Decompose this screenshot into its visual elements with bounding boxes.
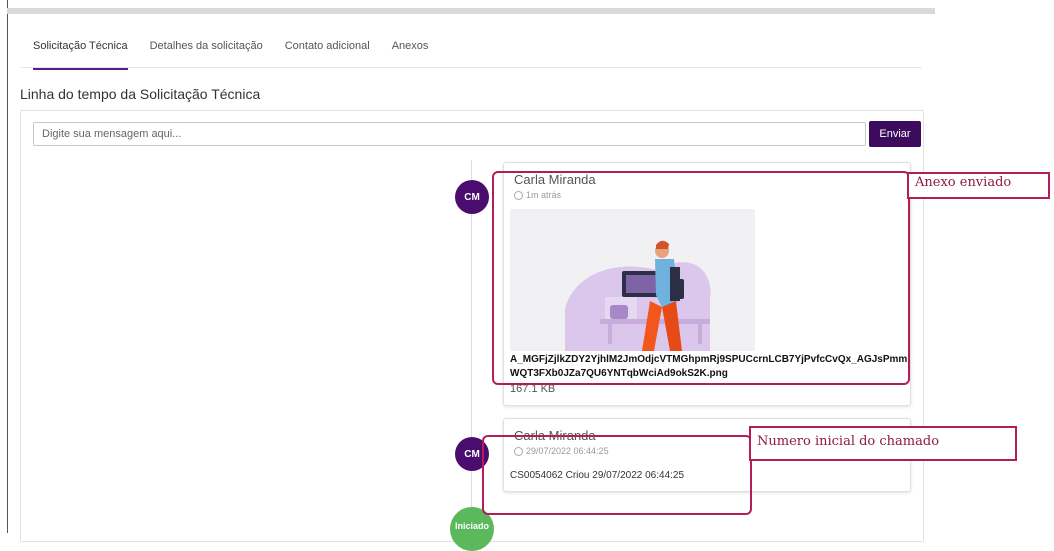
avatar: CM — [455, 180, 489, 214]
window-left-border — [7, 0, 8, 533]
annotation-attachment-box — [492, 171, 910, 385]
message-input[interactable] — [33, 122, 866, 146]
tab-contato-adicional[interactable]: Contato adicional — [285, 40, 370, 70]
tab-solicitacao-tecnica[interactable]: Solicitação Técnica — [33, 40, 128, 70]
timeline-heading: Linha do tempo da Solicitação Técnica — [20, 86, 261, 102]
status-label: Iniciado — [454, 521, 489, 531]
tab-detalhes-solicitacao[interactable]: Detalhes da solicitação — [150, 40, 263, 70]
tab-anexos[interactable]: Anexos — [392, 40, 429, 70]
annotation-attachment-label: Anexo enviado — [907, 172, 1050, 199]
top-bar — [7, 8, 935, 14]
tab-divider — [20, 67, 922, 68]
annotation-initial-number-box — [482, 435, 752, 515]
send-button[interactable]: Enviar — [869, 121, 921, 147]
tab-bar: Solicitação Técnica Detalhes da solicita… — [33, 40, 450, 70]
timeline-line — [471, 160, 472, 540]
annotation-initial-number-label: Numero inicial do chamado — [749, 426, 1017, 461]
